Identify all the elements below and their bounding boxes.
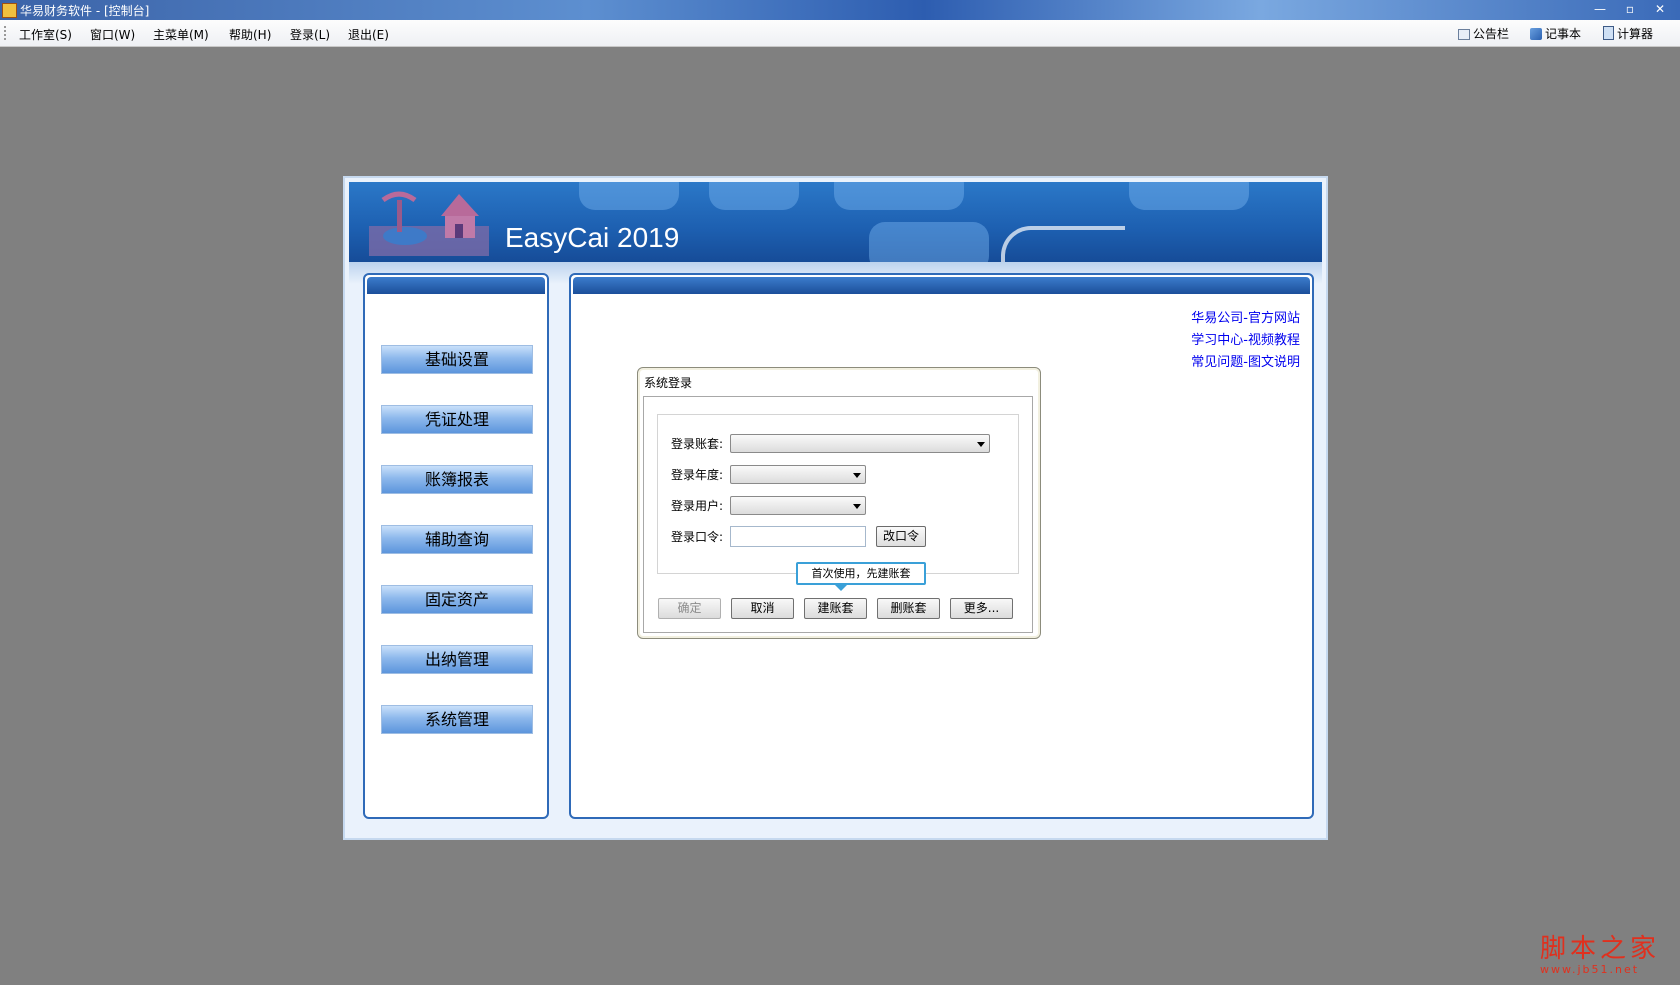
house-logo-icon xyxy=(369,191,489,256)
content-panel-header xyxy=(573,277,1310,294)
link-faq[interactable]: 常见问题-图文说明 xyxy=(1191,351,1300,370)
menu-main[interactable]: 主菜单(M) xyxy=(153,26,209,43)
account-set-select[interactable] xyxy=(730,434,990,453)
nav-panel-header xyxy=(367,277,545,294)
tooltip-text: 首次使用，先建账套 xyxy=(811,567,911,580)
change-password-button[interactable]: 改口令 xyxy=(876,526,926,547)
year-label: 登录年度: xyxy=(671,468,724,482)
tool-calculator-label: 计算器 xyxy=(1617,27,1654,41)
delete-account-set-button[interactable]: 删账套 xyxy=(877,598,940,619)
watermark-cn: 脚本之家 xyxy=(1540,934,1661,964)
menu-window[interactable]: 窗口(W) xyxy=(90,26,135,43)
banner-decoration xyxy=(1129,182,1249,210)
banner-decoration xyxy=(834,182,964,210)
restore-button[interactable]: ▫ xyxy=(1618,0,1642,18)
dropdown-arrow-icon xyxy=(977,442,985,447)
banner-decoration xyxy=(579,182,679,210)
account-set-label: 登录账套: xyxy=(671,437,724,451)
user-select[interactable] xyxy=(730,496,866,515)
menu-bar: 工作室(S) 窗口(W) 主菜单(M) 帮助(H) 登录(L) 退出(E) 公告… xyxy=(0,20,1680,47)
login-dialog-title: 系统登录 xyxy=(644,376,693,390)
menu-grip-icon xyxy=(4,26,8,40)
menu-exit[interactable]: 退出(E) xyxy=(348,26,389,43)
watermark: 脚本之家 www.jb51.net xyxy=(1540,928,1670,978)
menu-workroom[interactable]: 工作室(S) xyxy=(19,26,72,43)
title-bar: 华易财务软件 - [控制台] — ▫ ✕ xyxy=(0,0,1680,20)
banner-decoration xyxy=(709,182,799,210)
dropdown-arrow-icon xyxy=(853,473,861,478)
tool-bulletin-label: 公告栏 xyxy=(1473,27,1510,41)
year-select[interactable] xyxy=(730,465,866,484)
tooltip-tail xyxy=(834,584,848,591)
console-frame: EasyCai 2019 基础设置 凭证处理 账簿报表 辅助查询 固定资产 出纳… xyxy=(343,176,1328,840)
password-input[interactable] xyxy=(730,526,866,547)
first-use-tooltip: 首次使用，先建账套 xyxy=(796,562,926,591)
banner-arc xyxy=(1001,226,1125,262)
link-official-site[interactable]: 华易公司-官方网站 xyxy=(1191,307,1300,326)
bulletin-icon xyxy=(1458,29,1470,40)
content-panel: 华易公司-官方网站 学习中心-视频教程 常见问题-图文说明 系统登录 登录账套:… xyxy=(569,273,1314,819)
more-button[interactable]: 更多... xyxy=(950,598,1013,619)
ok-button[interactable]: 确定 xyxy=(658,598,721,619)
banner: EasyCai 2019 xyxy=(349,182,1322,262)
minimize-button[interactable]: — xyxy=(1588,0,1612,18)
password-label: 登录口令: xyxy=(671,530,724,544)
login-fields-group: 登录账套: 登录年度: 登录用户: 登录口令: 改口令 xyxy=(657,414,1019,574)
tool-notepad-label: 记事本 xyxy=(1545,27,1582,41)
window-title: 华易财务软件 - [控制台] xyxy=(20,4,150,18)
notepad-icon xyxy=(1530,28,1542,40)
login-dialog: 系统登录 登录账套: 登录年度: 登录用户: 登录口令: 改口令 首次使用，先建… xyxy=(637,367,1041,639)
menu-help[interactable]: 帮助(H) xyxy=(229,26,271,43)
nav-ledger-reports[interactable]: 账簿报表 xyxy=(381,465,533,494)
calculator-icon xyxy=(1603,26,1614,40)
nav-query[interactable]: 辅助查询 xyxy=(381,525,533,554)
app-icon xyxy=(2,3,17,18)
nav-basic-settings[interactable]: 基础设置 xyxy=(381,345,533,374)
nav-voucher[interactable]: 凭证处理 xyxy=(381,405,533,434)
tool-bulletin[interactable]: 公告栏 xyxy=(1458,25,1509,42)
link-video-tutorials[interactable]: 学习中心-视频教程 xyxy=(1191,329,1300,348)
cancel-button[interactable]: 取消 xyxy=(731,598,794,619)
user-label: 登录用户: xyxy=(671,499,724,513)
banner-decoration xyxy=(869,222,989,262)
nav-cashier[interactable]: 出纳管理 xyxy=(381,645,533,674)
create-account-set-button[interactable]: 建账套 xyxy=(804,598,867,619)
tool-notepad[interactable]: 记事本 xyxy=(1530,25,1581,42)
nav-panel: 基础设置 凭证处理 账簿报表 辅助查询 固定资产 出纳管理 系统管理 xyxy=(363,273,549,819)
brand-title: EasyCai 2019 xyxy=(505,222,680,253)
tool-calculator[interactable]: 计算器 xyxy=(1603,25,1653,42)
close-button[interactable]: ✕ xyxy=(1648,0,1672,18)
nav-fixed-assets[interactable]: 固定资产 xyxy=(381,585,533,614)
nav-system[interactable]: 系统管理 xyxy=(381,705,533,734)
menu-login[interactable]: 登录(L) xyxy=(290,26,330,43)
dropdown-arrow-icon xyxy=(853,504,861,509)
